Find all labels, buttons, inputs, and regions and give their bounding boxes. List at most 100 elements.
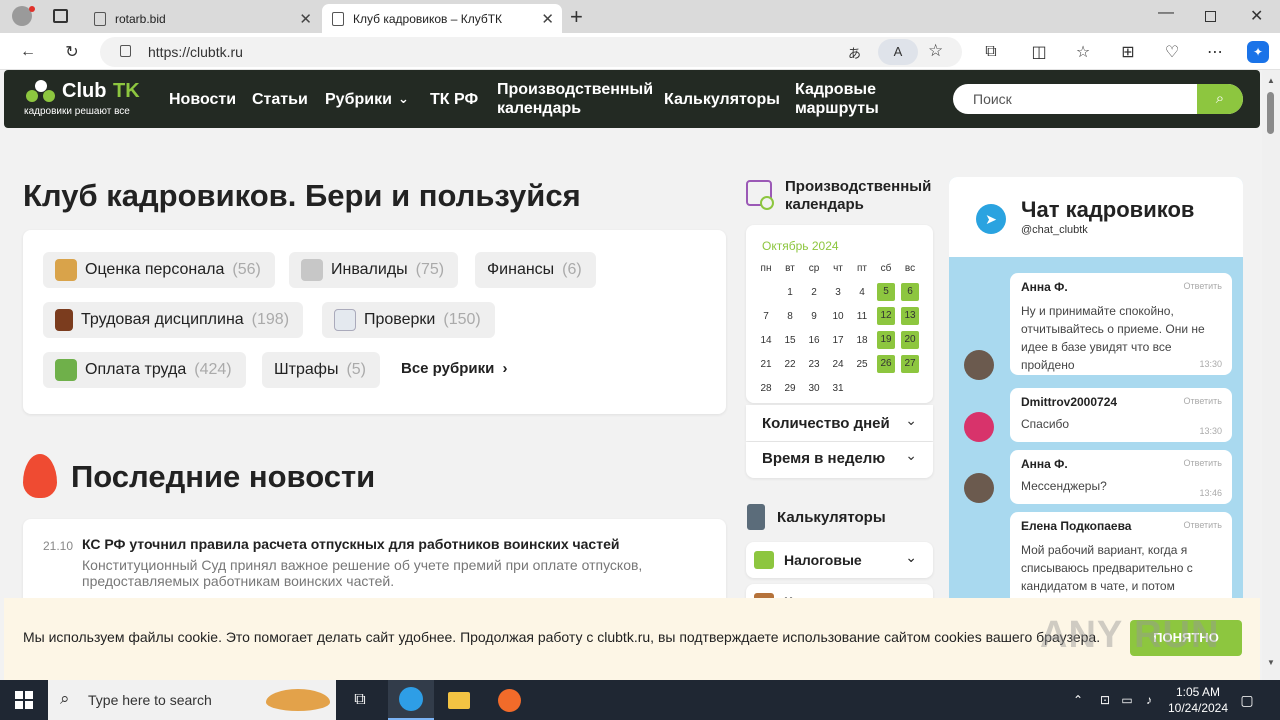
extensions-icon[interactable]: ⧉ [980, 41, 1002, 63]
calendar-day[interactable]: 6 [898, 280, 922, 304]
rubric-chip[interactable]: Трудовая дисциплина (198) [43, 302, 304, 338]
reply-link[interactable]: Ответить [1184, 396, 1222, 406]
nav-tk-rf[interactable]: ТК РФ [430, 90, 478, 109]
nav-news[interactable]: Новости [169, 90, 236, 109]
nav-rubrics[interactable]: Рубрики [325, 90, 392, 109]
calendar-day[interactable]: 17 [826, 328, 850, 352]
calendar-day[interactable]: 24 [826, 352, 850, 376]
reload-icon[interactable]: ↻ [61, 41, 83, 63]
rubric-chip[interactable]: Инвалиды (75) [289, 252, 459, 288]
time-week-accordion[interactable]: Время в неделю ⌄ [746, 442, 933, 478]
close-tab-icon[interactable]: ✕ [299, 10, 312, 28]
scroll-down-arrow[interactable]: ▼ [1267, 658, 1275, 667]
calendar-day[interactable]: 22 [778, 352, 802, 376]
calendar-day[interactable]: 18 [850, 328, 874, 352]
chat-header[interactable]: ➤ Чат кадровиков @chat_clubtk [949, 177, 1243, 257]
taskbar-search-input[interactable]: Type here to search [88, 692, 212, 708]
calculators-title[interactable]: Калькуляторы [777, 509, 886, 526]
show-hidden-icons-icon[interactable]: ⌃ [1068, 680, 1088, 720]
calendar-day[interactable]: 29 [778, 376, 802, 400]
reply-link[interactable]: Ответить [1184, 458, 1222, 468]
copilot-icon[interactable]: ✦ [1247, 41, 1269, 63]
rubric-chip[interactable]: Финансы (6) [475, 252, 596, 288]
close-window-icon[interactable]: ✕ [1250, 6, 1263, 26]
calendar-day[interactable]: 28 [754, 376, 778, 400]
reply-link[interactable]: Ответить [1184, 520, 1222, 530]
search-input[interactable]: Поиск [973, 91, 1012, 107]
nav-articles[interactable]: Статьи [252, 90, 308, 109]
calendar-day[interactable]: 2 [802, 280, 826, 304]
menu-dots-icon[interactable]: ⋯ [1204, 41, 1226, 63]
all-rubrics-link[interactable]: Все рубрики › [401, 360, 508, 377]
ethernet-icon[interactable]: ▭ [1118, 680, 1136, 720]
calendar-title[interactable]: Производственный календарь [785, 178, 935, 214]
calendar-day[interactable]: 10 [826, 304, 850, 328]
days-count-accordion[interactable]: Количество дней ⌄ [746, 405, 933, 441]
calendar-day[interactable]: 21 [754, 352, 778, 376]
scroll-up-arrow[interactable]: ▲ [1267, 76, 1275, 85]
rubric-chip[interactable]: Оплата труда (424) [43, 352, 246, 388]
calculator-tax-item[interactable]: Налоговые ⌄ [746, 542, 933, 578]
windows-start-icon[interactable] [0, 680, 48, 720]
site-logo[interactable]: Club TK кадровики решают все [24, 78, 154, 120]
new-tab-icon[interactable]: + [570, 4, 583, 30]
calendar-day[interactable]: 23 [802, 352, 826, 376]
calendar-day[interactable]: 14 [754, 328, 778, 352]
calendar-day[interactable]: 11 [850, 304, 874, 328]
calendar-day[interactable]: 25 [850, 352, 874, 376]
nav-calculators[interactable]: Калькуляторы [664, 90, 780, 109]
translate-icon[interactable]: あ [848, 43, 861, 62]
collections-icon[interactable]: ⊞ [1117, 41, 1139, 63]
favorites-icon[interactable]: ☆ [1072, 41, 1094, 63]
back-icon[interactable]: ← [17, 41, 39, 63]
rubric-chip[interactable]: Оценка персонала (56) [43, 252, 275, 288]
calendar-day[interactable]: 3 [826, 280, 850, 304]
calendar-day[interactable]: 1 [778, 280, 802, 304]
calendar-day[interactable]: 27 [898, 352, 922, 376]
favorite-star-icon[interactable]: ☆ [928, 41, 943, 61]
calendar-day[interactable]: 26 [874, 352, 898, 376]
url-field[interactable]: https://clubtk.ru あ A ☆ [100, 37, 962, 67]
calendar-day[interactable]: 16 [802, 328, 826, 352]
restore-icon[interactable] [1205, 11, 1216, 22]
scrollbar-thumb[interactable] [1267, 92, 1274, 134]
calendar-day[interactable]: 12 [874, 304, 898, 328]
chevron-down-icon[interactable]: ⌄ [398, 89, 409, 108]
network-icon[interactable]: ⊡ [1096, 680, 1114, 720]
clock[interactable]: 1:05 AM 10/24/2024 [1162, 684, 1234, 716]
firefox-icon[interactable] [490, 680, 528, 720]
calendar-day[interactable]: 4 [850, 280, 874, 304]
calendar-day[interactable]: 30 [802, 376, 826, 400]
notifications-icon[interactable]: ▢ [1236, 680, 1258, 720]
calendar-month[interactable]: Октябрь 2024 [762, 239, 839, 253]
nav-production-calendar[interactable]: Производственный календарь [497, 80, 657, 118]
split-screen-icon[interactable]: ◫ [1028, 41, 1050, 63]
calendar-day[interactable]: 13 [898, 304, 922, 328]
close-tab-icon[interactable]: ✕ [541, 10, 554, 28]
calendar-day[interactable]: 5 [874, 280, 898, 304]
performance-icon[interactable]: ♡ [1161, 41, 1183, 63]
rubric-chip[interactable]: Штрафы (5) [262, 352, 381, 388]
calendar-day[interactable]: 20 [898, 328, 922, 352]
calendar-day[interactable]: 15 [778, 328, 802, 352]
tab-clubtk[interactable]: Клуб кадровиков – КлубТК ✕ [322, 4, 562, 33]
rubric-chip[interactable]: Проверки (150) [322, 302, 495, 338]
calendar-day[interactable]: 7 [754, 304, 778, 328]
edge-taskbar-icon[interactable] [388, 680, 434, 720]
news-headline[interactable]: КС РФ уточнил правила расчета отпускных … [82, 536, 619, 552]
task-view-icon[interactable]: ⧉ [342, 680, 378, 720]
file-explorer-icon[interactable] [440, 680, 478, 720]
read-aloud-icon[interactable]: A [878, 39, 918, 65]
tab-rotarb[interactable]: rotarb.bid ✕ [84, 4, 320, 33]
site-search[interactable]: Поиск ⌕ [953, 84, 1243, 114]
reply-link[interactable]: Ответить [1184, 281, 1222, 291]
search-button[interactable]: ⌕ [1197, 84, 1243, 114]
nav-hr-routes[interactable]: Кадровые маршруты [795, 80, 890, 118]
tab-actions-icon[interactable] [53, 9, 68, 23]
volume-icon[interactable]: ♪ [1140, 680, 1158, 720]
calendar-day[interactable]: 9 [802, 304, 826, 328]
minimize-icon[interactable]: — [1158, 4, 1174, 22]
calendar-day[interactable]: 31 [826, 376, 850, 400]
vertical-scrollbar[interactable]: ▲ ▼ [1262, 70, 1280, 680]
calendar-day[interactable]: 8 [778, 304, 802, 328]
